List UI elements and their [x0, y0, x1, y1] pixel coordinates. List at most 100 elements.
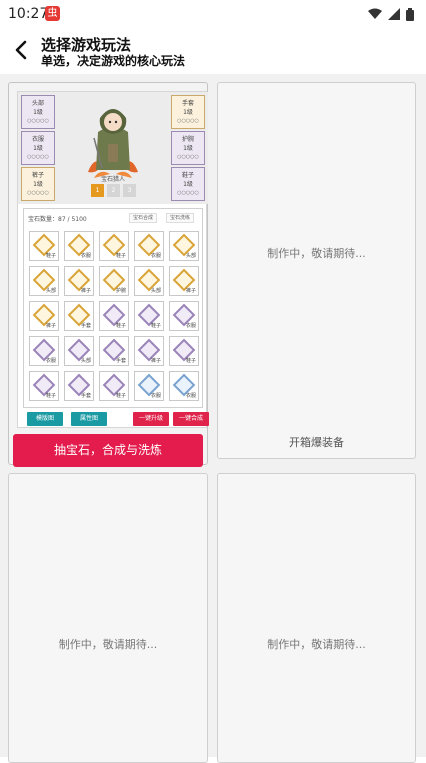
gem-item: 手套: [99, 336, 129, 366]
coming-soon-text: 制作中，敬请期待...: [267, 247, 366, 260]
gem-item: 裤子: [29, 301, 59, 331]
gem-grid: 鞋子 衣服 鞋子 衣服 头部 头部 裤子 护腕 头部 裤子 裤子 手套 鞋子 鞋子 衣服 衣服 头部 手套 裤子 鞋子…: [29, 231, 201, 401]
app-notification-icon: 虫: [45, 6, 60, 21]
gem-item: 手套: [64, 371, 94, 401]
gem-label: 衣服: [185, 323, 196, 329]
status-icons: [368, 6, 414, 22]
slot-dots: ○○○○○: [177, 190, 199, 196]
gem-item: 鞋子: [99, 371, 129, 401]
character-name: 宝石猎人: [100, 176, 125, 183]
gem-label: 裤子: [80, 288, 91, 294]
gem-label: 衣服: [45, 358, 56, 364]
gem-item: 裤子: [64, 266, 94, 296]
slot-clothes: 衣服 1级 ○○○○○: [21, 131, 55, 165]
gem-label: 鞋子: [45, 393, 56, 399]
coming-soon-text: 制作中，敬请期待...: [58, 638, 158, 651]
gem-item: 护腕: [99, 266, 129, 296]
gameplay-card-4[interactable]: 制作中，敬请期待...: [217, 473, 416, 763]
merge-all-button: 一键合成: [173, 412, 209, 426]
gem-label: 裤子: [185, 288, 196, 294]
gem-label: 鞋子: [185, 358, 196, 364]
gem-label: 鞋子: [115, 323, 126, 329]
gem-item: 衣服: [64, 231, 94, 261]
gem-item: 衣服: [169, 371, 199, 401]
slot-dots: ○○○○○: [177, 154, 199, 160]
gem-label: 衣服: [80, 253, 91, 259]
slot-dots: ○○○○○: [27, 190, 49, 196]
app-header: 选择游戏玩法 单选，决定游戏的核心玩法: [0, 28, 426, 72]
gem-item: 鞋子: [134, 301, 164, 331]
gem-item: 衣服: [134, 371, 164, 401]
signal-icon: [388, 8, 400, 20]
gem-item: 衣服: [29, 336, 59, 366]
attribute-button: 属性图: [71, 412, 107, 426]
battery-icon: [406, 7, 414, 21]
gem-label: 衣服: [150, 393, 161, 399]
gem-refine-tab: 宝石洗练: [166, 213, 195, 223]
slot-label: 鞋子: [181, 172, 194, 179]
gem-count: 宝石数量：87 / 5100: [28, 216, 87, 223]
gem-label: 衣服: [150, 253, 161, 259]
gameplay-card-box[interactable]: 制作中，敬请期待... 开箱爆装备: [217, 82, 416, 459]
gem-label: 裤子: [150, 358, 161, 364]
gameplay-card-3[interactable]: 制作中，敬请期待...: [8, 473, 208, 763]
gem-item: 鞋子: [99, 231, 129, 261]
gem-label: 头部: [45, 288, 56, 294]
equipment-zone: 头部 1级 ○○○○○ 衣服 1级 ○○○○○ 裤子 1级 ○○○○○ 手套 1…: [18, 92, 208, 204]
gem-item: 裤子: [169, 266, 199, 296]
wifi-icon: [368, 8, 382, 19]
gem-label: 鞋子: [150, 323, 161, 329]
gem-label: 手套: [80, 393, 91, 399]
card-caption: 开箱爆装备: [289, 436, 344, 449]
gem-item: 头部: [29, 266, 59, 296]
slot-level: 1级: [183, 181, 193, 188]
slot-level: 1级: [33, 109, 43, 116]
gem-label: 手套: [115, 358, 126, 364]
level-pill: 1: [91, 184, 104, 197]
back-button[interactable]: [10, 38, 32, 62]
slot-dots: ○○○○○: [27, 154, 49, 160]
gem-item: 鞋子: [99, 301, 129, 331]
slot-label: 衣服: [31, 136, 44, 143]
gem-item: 头部: [134, 266, 164, 296]
gem-merge-tab: 宝石合成: [129, 213, 158, 223]
gem-inventory: 宝石数量：87 / 5100 宝石合成 宝石洗练 鞋子 衣服 鞋子 衣服 头部 头部 裤子护…: [23, 208, 203, 408]
slot-shoes: 鞋子 1级 ○○○○○: [171, 167, 205, 201]
gem-item: 鞋子: [169, 336, 199, 366]
gem-label: 鞋子: [45, 253, 56, 259]
gem-label: 头部: [185, 253, 196, 259]
gem-gameplay-label[interactable]: 抽宝石，合成与洗炼: [13, 434, 203, 467]
back-arrow-icon: [15, 40, 27, 60]
gem-label: 头部: [150, 288, 161, 294]
gem-label: 头部: [80, 358, 91, 364]
slot-dots: ○○○○○: [27, 118, 49, 124]
character-illustration: [88, 109, 138, 178]
slot-pants: 裤子 1级 ○○○○○: [21, 167, 55, 201]
status-bar: 10:27 虫: [0, 0, 426, 28]
slot-level: 1级: [183, 109, 193, 116]
slot-dots: ○○○○○: [177, 118, 199, 124]
slot-level: 1级: [183, 145, 193, 152]
gem-item: 手套: [64, 301, 94, 331]
slot-label: 头部: [31, 100, 44, 107]
gem-item: 衣服: [134, 231, 164, 261]
gameplay-card-gem[interactable]: 头部 1级 ○○○○○ 衣服 1级 ○○○○○ 裤子 1级 ○○○○○ 手套 1…: [8, 82, 209, 467]
gem-item: 裤子: [134, 336, 164, 366]
gameplay-grid: 头部 1级 ○○○○○ 衣服 1级 ○○○○○ 裤子 1级 ○○○○○ 手套 1…: [0, 74, 426, 763]
status-time: 10:27: [8, 6, 49, 22]
gem-item: 衣服: [169, 301, 199, 331]
level-pill: 2: [107, 184, 120, 197]
coming-soon-text: 制作中，敬请期待...: [267, 638, 366, 651]
gem-item: 鞋子: [29, 371, 59, 401]
gem-item: 鞋子: [29, 231, 59, 261]
gem-label: 鞋子: [115, 393, 126, 399]
gem-item: 头部: [64, 336, 94, 366]
slot-label: 手套: [181, 100, 194, 107]
gem-label: 手套: [80, 323, 91, 329]
gem-item: 头部: [169, 231, 199, 261]
gem-label: 鞋子: [115, 253, 126, 259]
slot-gloves: 手套 1级 ○○○○○: [171, 95, 205, 129]
slot-label: 裤子: [31, 172, 44, 179]
upgrade-all-button: 一键升级: [133, 412, 169, 426]
gem-label: 护腕: [115, 288, 126, 294]
